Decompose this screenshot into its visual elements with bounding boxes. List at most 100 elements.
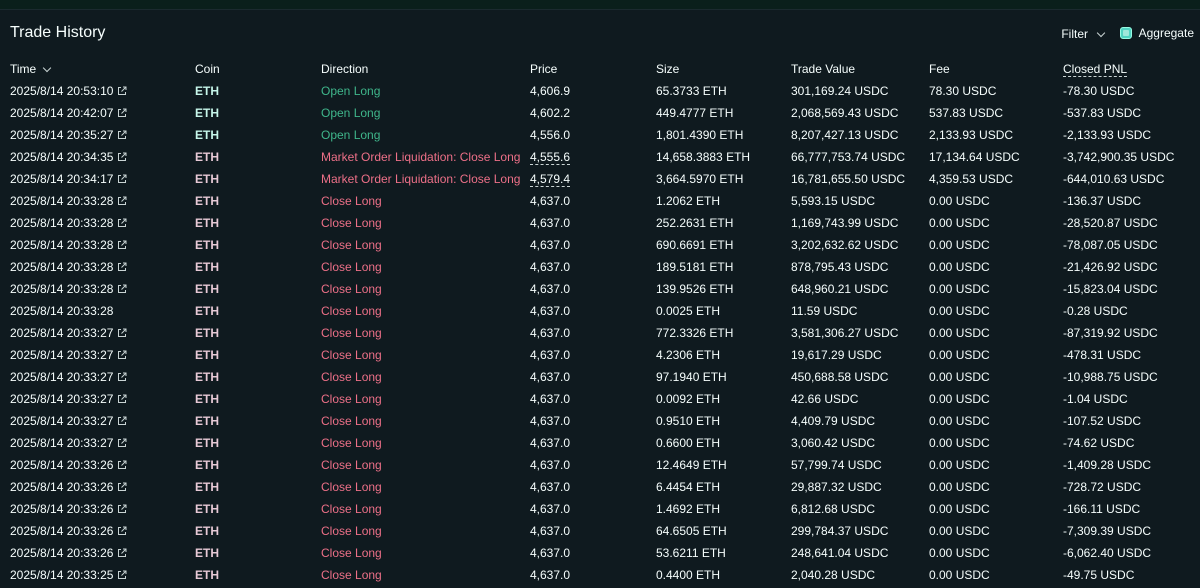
cell-size: 690.6691 ETH	[656, 238, 734, 252]
cell-closed-pnl: -166.11 USDC	[1063, 502, 1141, 516]
aggregate-checkbox[interactable]	[1119, 27, 1132, 39]
cell-closed-pnl: -136.37 USDC	[1063, 194, 1142, 208]
cell-direction: Close Long	[321, 480, 382, 494]
external-link-icon[interactable]	[117, 196, 127, 206]
cell-size: 12.4649 ETH	[656, 458, 727, 472]
cell-direction: Close Long	[321, 392, 382, 406]
column-header-direction: Direction	[321, 62, 369, 76]
cell-fee: 0.00 USDC	[929, 260, 990, 274]
column-header-coin: Coin	[195, 62, 220, 76]
external-link-icon[interactable]	[117, 262, 127, 272]
table-row: 2025/8/14 20:33:28 ETH Close Long 4,637.0 69…	[0, 234, 1200, 256]
cell-price[interactable]: 4,579.4	[520, 168, 646, 190]
cell-closed-pnl: -6,062.40 USDC	[1063, 546, 1152, 560]
cell-fee: 537.83 USDC	[929, 106, 1004, 120]
cell-coin: ETH	[195, 128, 219, 142]
external-link-icon[interactable]	[117, 152, 127, 162]
cell-price: 4,606.9	[530, 84, 571, 98]
cell-coin: ETH	[195, 546, 219, 560]
column-header-time[interactable]: Time	[0, 58, 185, 80]
aggregate-toggle[interactable]: Aggregate	[1119, 26, 1194, 40]
external-link-icon[interactable]	[117, 482, 127, 492]
external-link-icon[interactable]	[117, 174, 127, 184]
cell-direction: Close Long	[321, 348, 382, 362]
cell-time: 2025/8/14 20:33:28	[0, 234, 185, 256]
cell-trade-value: 4,409.79 USDC	[791, 414, 876, 428]
cell-direction: Close Long	[321, 524, 382, 538]
cell-time: 2025/8/14 20:33:27	[0, 410, 185, 432]
cell-fee: 0.00 USDC	[929, 370, 990, 384]
chevron-down-icon	[1096, 28, 1106, 37]
external-link-icon[interactable]	[117, 548, 127, 558]
external-link-icon[interactable]	[117, 438, 127, 448]
cell-closed-pnl: -15,823.04 USDC	[1063, 282, 1158, 296]
cell-size: 1,801.4390 ETH	[656, 128, 744, 142]
cell-closed-pnl: -537.83 USDC	[1063, 106, 1142, 120]
cell-closed-pnl: -1.04 USDC	[1063, 392, 1128, 406]
cell-direction: Close Long	[321, 502, 382, 516]
table-row: 2025/8/14 20:33:26 ETH Close Long 4,637.0 53…	[0, 542, 1200, 564]
cell-closed-pnl: -3,742,900.35 USDC	[1063, 150, 1175, 164]
external-link-icon[interactable]	[117, 460, 127, 470]
cell-trade-value: 6,812.68 USDC	[791, 502, 876, 516]
cell-size: 3,664.5970 ETH	[656, 172, 744, 186]
cell-time: 2025/8/14 20:33:26	[0, 454, 185, 476]
cell-trade-value: 11.59 USDC	[791, 304, 858, 318]
cell-fee: 0.00 USDC	[929, 326, 990, 340]
cell-time: 2025/8/14 20:33:28	[0, 278, 185, 300]
cell-fee: 78.30 USDC	[929, 84, 997, 98]
external-link-icon[interactable]	[117, 416, 127, 426]
cell-fee: 0.00 USDC	[929, 480, 990, 494]
external-link-icon[interactable]	[117, 130, 127, 140]
cell-fee: 0.00 USDC	[929, 282, 990, 296]
cell-price: 4,637.0	[530, 238, 571, 252]
cell-closed-pnl: -10,988.75 USDC	[1063, 370, 1158, 384]
cell-time: 2025/8/14 20:33:26	[0, 520, 185, 542]
filter-dropdown[interactable]: Filter	[1061, 27, 1106, 41]
external-link-icon[interactable]	[117, 526, 127, 536]
cell-direction: Close Long	[321, 238, 382, 252]
cell-coin: ETH	[195, 194, 219, 208]
cell-size: 0.0092 ETH	[656, 392, 721, 406]
cell-coin: ETH	[195, 392, 219, 406]
cell-price[interactable]: 4,555.6	[520, 146, 646, 168]
cell-price: 4,602.2	[530, 106, 571, 120]
external-link-icon[interactable]	[117, 240, 127, 250]
external-link-icon[interactable]	[117, 218, 127, 228]
external-link-icon[interactable]	[117, 570, 127, 580]
external-link-icon[interactable]	[117, 394, 127, 404]
cell-fee: 0.00 USDC	[929, 238, 990, 252]
table-row: 2025/8/14 20:33:27 ETH Close Long 4,637.0 4.…	[0, 344, 1200, 366]
aggregate-label: Aggregate	[1138, 26, 1194, 40]
external-link-icon[interactable]	[117, 108, 127, 118]
column-header-closed-pnl[interactable]: Closed PNL	[1053, 58, 1200, 80]
cell-time: 2025/8/14 20:53:10	[0, 80, 185, 102]
cell-fee: 0.00 USDC	[929, 458, 990, 472]
cell-coin: ETH	[195, 106, 219, 120]
external-link-icon[interactable]	[117, 86, 127, 96]
column-header-size: Size	[656, 62, 680, 76]
cell-price: 4,637.0	[530, 568, 571, 582]
cell-trade-value: 3,202,632.62 USDC	[791, 238, 899, 252]
cell-trade-value: 1,169,743.99 USDC	[791, 216, 899, 230]
external-link-icon[interactable]	[117, 350, 127, 360]
cell-trade-value: 450,688.58 USDC	[791, 370, 889, 384]
cell-closed-pnl: -728.72 USDC	[1063, 480, 1142, 494]
cell-direction: Close Long	[321, 568, 382, 582]
cell-trade-value: 2,040.28 USDC	[791, 568, 876, 582]
external-link-icon[interactable]	[117, 328, 127, 338]
cell-size: 14,658.3883 ETH	[656, 150, 751, 164]
cell-direction: Close Long	[321, 304, 382, 318]
cell-coin: ETH	[195, 370, 219, 384]
page-title: Trade History	[10, 24, 106, 41]
table-row: 2025/8/14 20:33:28 ETH Close Long 4,637.0 13…	[0, 278, 1200, 300]
cell-size: 97.1940 ETH	[656, 370, 727, 384]
external-link-icon[interactable]	[117, 372, 127, 382]
cell-closed-pnl: -107.52 USDC	[1063, 414, 1142, 428]
table-row: 2025/8/14 20:33:27 ETH Close Long 4,637.0 0.…	[0, 410, 1200, 432]
external-link-icon[interactable]	[117, 504, 127, 514]
cell-price: 4,637.0	[530, 480, 571, 494]
external-link-icon[interactable]	[117, 284, 127, 294]
cell-time: 2025/8/14 20:33:28	[0, 256, 185, 278]
cell-size: 0.0025 ETH	[656, 304, 721, 318]
